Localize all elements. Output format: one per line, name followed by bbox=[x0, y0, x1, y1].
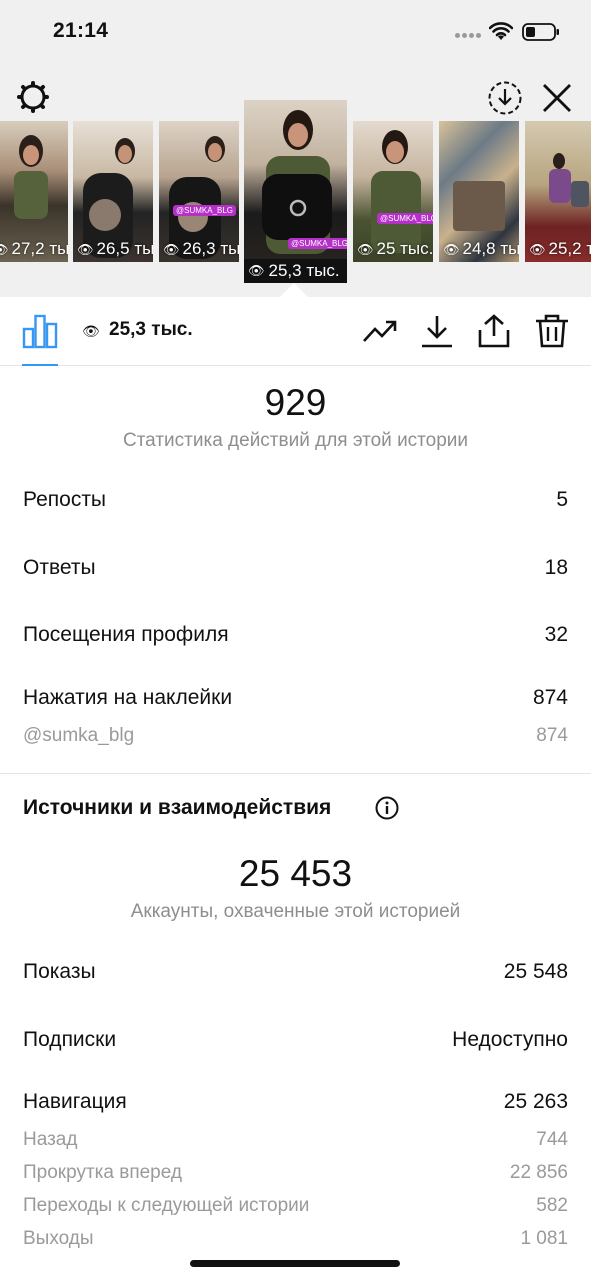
info-icon[interactable] bbox=[375, 796, 399, 820]
share-icon[interactable] bbox=[476, 313, 512, 349]
story-view-count: 25,3 тыс. bbox=[109, 319, 193, 340]
stat-row-sticker-taps: Нажатия на наклейки 874 bbox=[23, 686, 568, 710]
reach-caption: Аккаунты, охваченные этой историей bbox=[130, 901, 461, 922]
story-views: 27,2 тыс. bbox=[11, 239, 68, 258]
download-icon[interactable] bbox=[419, 313, 455, 349]
active-tab-indicator bbox=[22, 364, 58, 366]
stat-value: 22 856 bbox=[509, 1162, 568, 1183]
stat-row-shares: Репосты 5 bbox=[23, 488, 568, 512]
stat-value: 25 548 bbox=[503, 960, 568, 983]
person-silhouette bbox=[14, 135, 48, 219]
story-thumbnail-selected[interactable]: @SUMKA_BLG 👁 25,3 тыс. bbox=[244, 100, 347, 283]
stat-row-next-story: Переходы к следующей истории 582 bbox=[23, 1195, 568, 1217]
stat-row-impressions: Показы 25 548 bbox=[23, 960, 568, 984]
stat-row-profile-visits: Посещения профиля 32 bbox=[23, 623, 568, 647]
story-sticker: @SUMKA_BLG bbox=[173, 205, 237, 216]
stat-row-navigation: Навигация 25 263 bbox=[23, 1090, 568, 1114]
reach-total: 25 453 bbox=[238, 853, 353, 894]
story-thumbnail[interactable]: @SUMKA_BLG 👁26,3 тыс. bbox=[159, 121, 239, 262]
stat-row-follows: Подписки Недоступно bbox=[23, 1028, 568, 1052]
stat-value: 25 263 bbox=[503, 1090, 568, 1113]
story-thumbnail[interactable]: 👁25,2 тыс. bbox=[525, 121, 591, 262]
reach-summary: 25 453 Аккаунты, охваченные этой историе… bbox=[0, 853, 591, 923]
stat-label: Назад bbox=[23, 1129, 78, 1150]
actions-total: 929 bbox=[264, 382, 327, 423]
story-strip-area: 21:14 👁 27,2 ты 👁 26,5 ты @SUMKA_BLG 👁 2… bbox=[0, 0, 591, 297]
stat-label: Выходы bbox=[23, 1228, 94, 1249]
insights-bar-chart-icon[interactable] bbox=[22, 313, 58, 349]
collage-photo bbox=[453, 181, 505, 231]
stat-label: Ответы bbox=[23, 556, 96, 579]
stat-label: Нажатия на наклейки bbox=[23, 686, 233, 709]
section-divider bbox=[0, 773, 591, 774]
stat-value: 18 bbox=[544, 556, 568, 579]
stat-value: 582 bbox=[536, 1195, 568, 1216]
stat-row-exits: Выходы 1 081 bbox=[23, 1228, 568, 1250]
stat-row-back: Назад 744 bbox=[23, 1129, 568, 1151]
story-sticker: @SUMKA_BLG bbox=[288, 238, 347, 249]
actions-caption: Статистика действий для этой истории bbox=[122, 430, 469, 451]
eye-icon: 👁 bbox=[82, 323, 100, 339]
stat-value: 874 bbox=[536, 725, 568, 746]
stat-value: 744 bbox=[536, 1129, 568, 1150]
status-bar: 21:14 bbox=[0, 0, 591, 62]
stat-row-replies: Ответы 18 bbox=[23, 556, 568, 580]
story-thumbnail-strip: 👁27,2 тыс. 👁26,5 тыс. @SUMKA_BLG 👁26,3 т… bbox=[0, 100, 591, 290]
story-thumbnail[interactable]: 👁27,2 тыс. bbox=[0, 121, 68, 262]
story-views: 25,2 тыс. bbox=[548, 239, 591, 258]
story-views: 24,8 тыс. bbox=[462, 239, 519, 258]
stat-value: Недоступно bbox=[452, 1028, 568, 1051]
story-sticker: @SUMKA_BLG bbox=[377, 213, 433, 224]
stat-value: 5 bbox=[556, 488, 568, 511]
discovery-section-title: Источники и взаимодействия bbox=[23, 796, 332, 819]
story-thumbnail[interactable]: 👁24,8 тыс. bbox=[439, 121, 519, 262]
actions-summary: 929 Статистика действий для этой истории bbox=[0, 382, 591, 452]
stat-label: Прокрутка вперед bbox=[23, 1162, 182, 1183]
stat-label: @sumka_blg bbox=[23, 725, 135, 746]
selected-story-pointer bbox=[280, 283, 308, 297]
signal-icon bbox=[455, 33, 483, 41]
trending-up-icon[interactable] bbox=[362, 313, 398, 349]
status-time: 21:14 bbox=[53, 19, 109, 42]
stat-value: 32 bbox=[544, 623, 568, 646]
stat-label: Навигация bbox=[23, 1090, 127, 1113]
wifi-icon bbox=[489, 22, 513, 40]
story-toolbar: 👁 25,3 тыс. bbox=[0, 297, 591, 366]
story-thumbnail[interactable]: @SUMKA_BLG 👁 25 тыс. bbox=[353, 121, 433, 262]
story-thumbnail[interactable]: 👁26,5 тыс. bbox=[73, 121, 153, 262]
story-views: 25 тыс. bbox=[376, 239, 433, 258]
home-indicator[interactable] bbox=[190, 1260, 400, 1267]
battery-icon bbox=[522, 23, 559, 41]
person-with-bag-image bbox=[262, 110, 332, 254]
stat-label: Посещения профиля bbox=[23, 623, 229, 646]
stat-label: Показы bbox=[23, 960, 96, 983]
stat-row-sticker-account: @sumka_blg 874 bbox=[23, 725, 568, 747]
delete-trash-icon[interactable] bbox=[534, 313, 570, 349]
story-views: 26,3 тыс. bbox=[182, 239, 239, 258]
room-scene-image bbox=[549, 153, 589, 207]
stat-value: 874 bbox=[532, 686, 568, 709]
stat-value: 1 081 bbox=[520, 1228, 568, 1249]
stat-label: Переходы к следующей истории bbox=[23, 1195, 310, 1216]
story-views: 25,3 тыс. bbox=[268, 261, 340, 280]
stat-row-forward: Прокрутка вперед 22 856 bbox=[23, 1162, 568, 1184]
stat-label: Подписки bbox=[23, 1028, 117, 1051]
person-silhouette bbox=[371, 130, 421, 253]
story-views: 26,5 тыс. bbox=[96, 239, 153, 258]
stat-label: Репосты bbox=[23, 488, 107, 511]
